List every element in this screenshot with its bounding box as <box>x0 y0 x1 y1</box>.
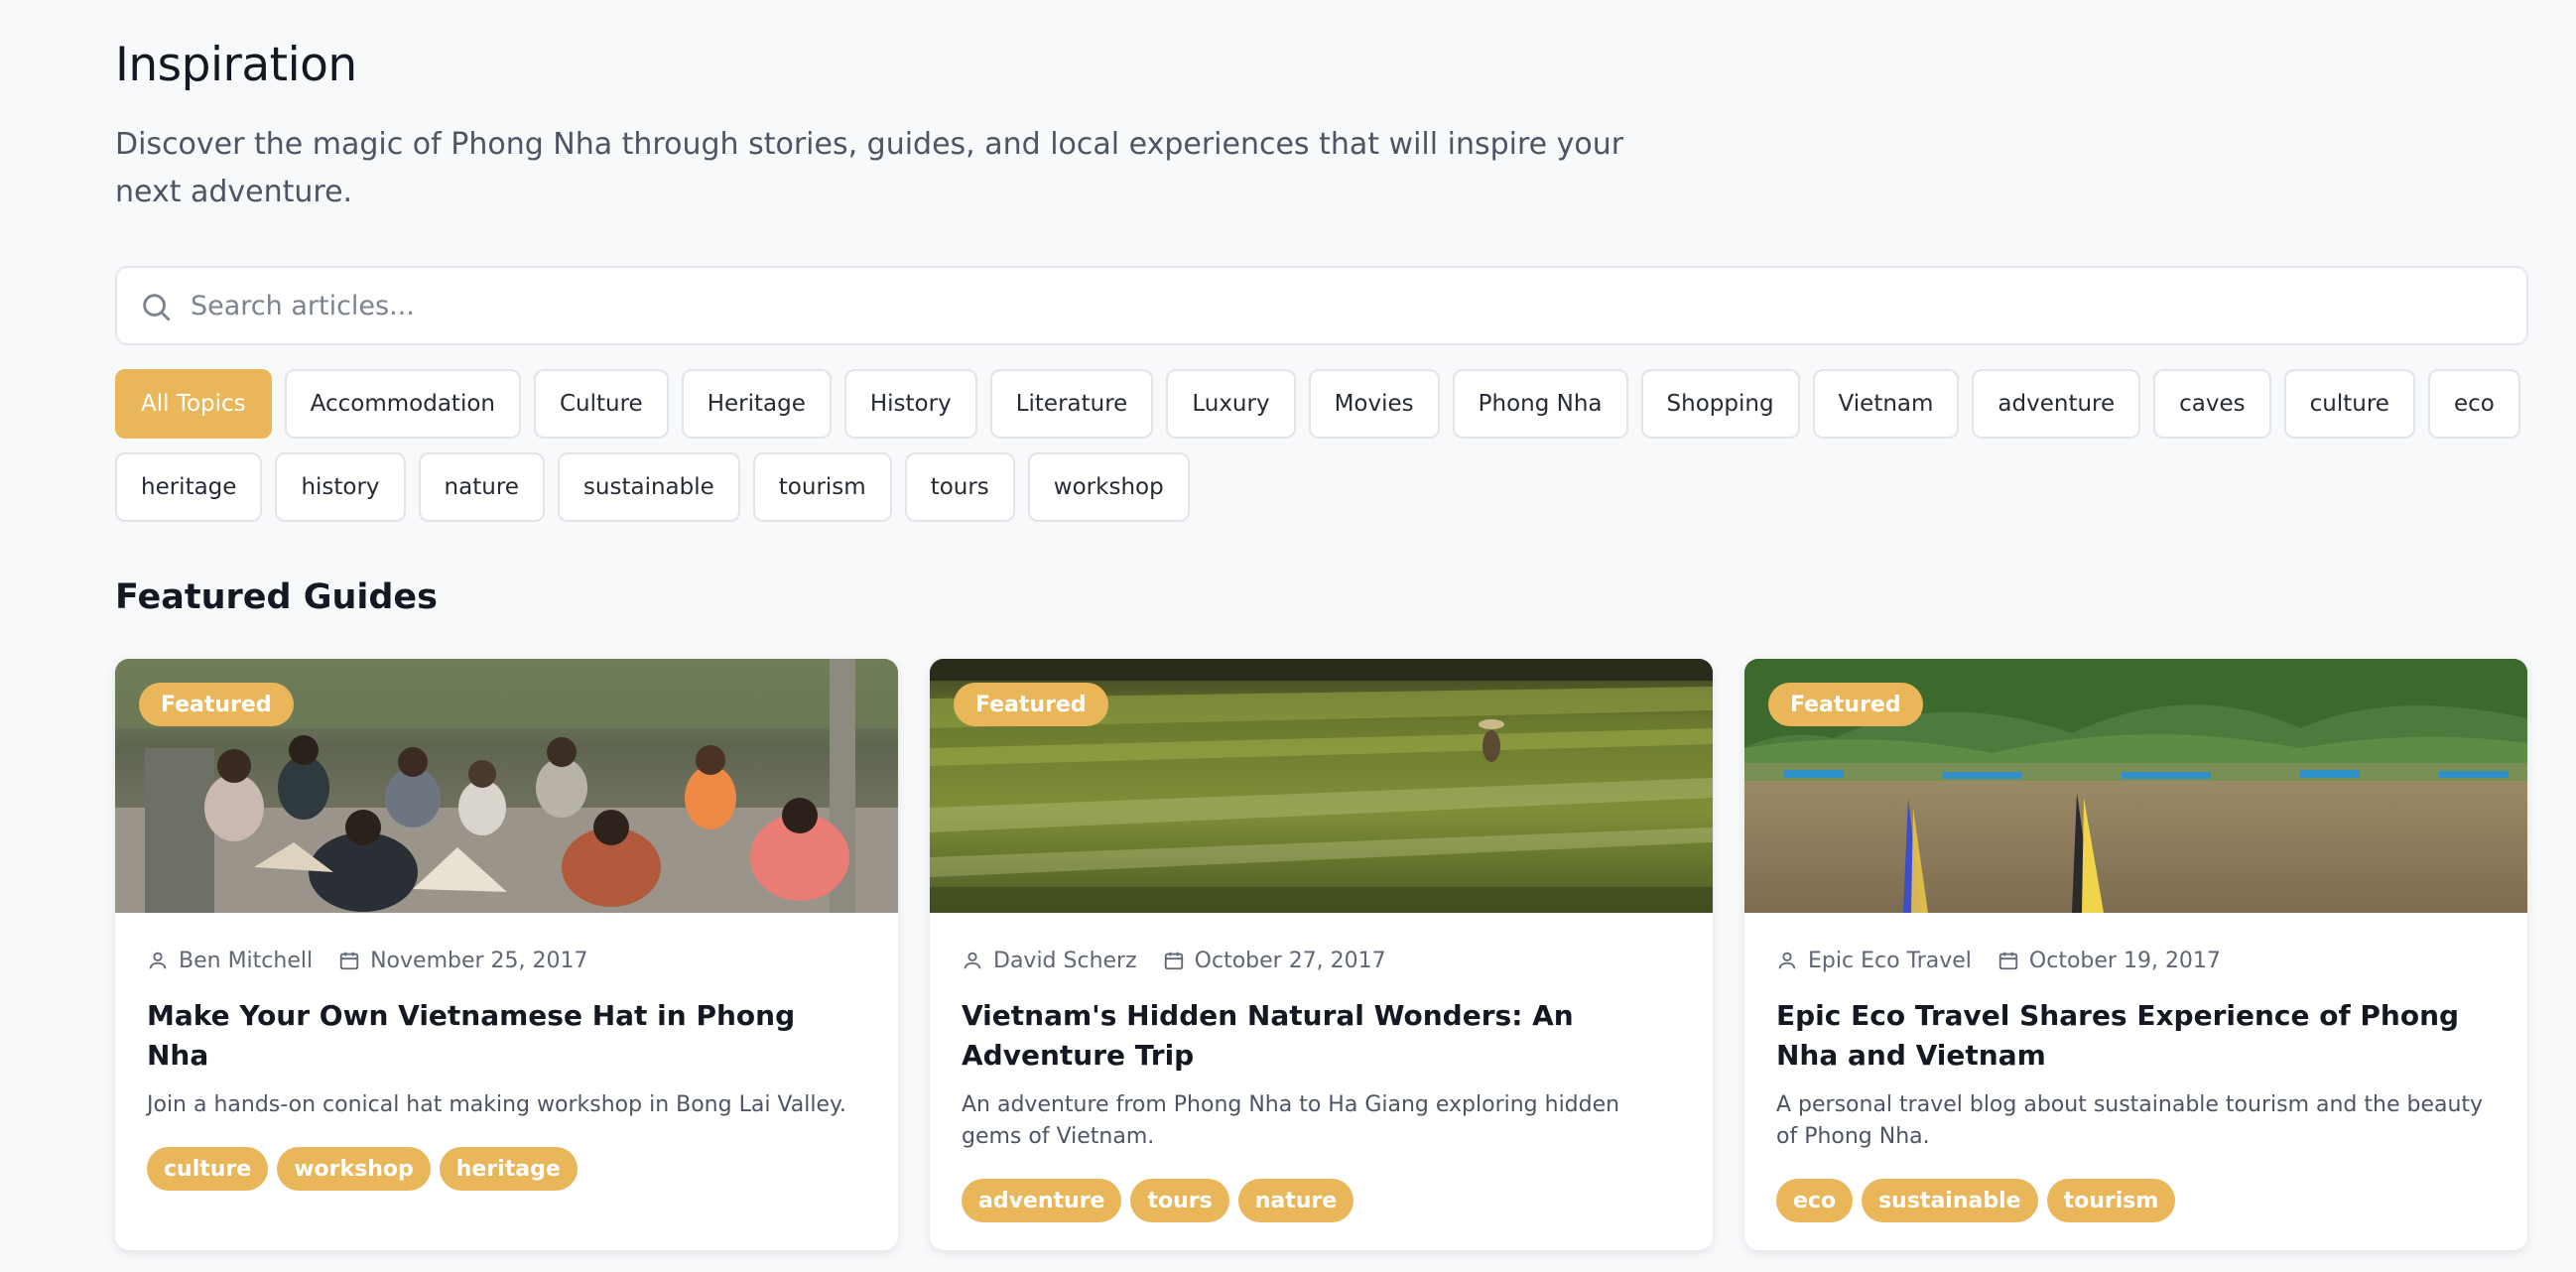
card-date: October 19, 2017 <box>2028 948 2221 973</box>
page-subtitle: Discover the magic of Phong Nha through … <box>115 127 1624 209</box>
topic-chip[interactable]: nature <box>418 452 545 522</box>
topic-chip[interactable]: workshop <box>1027 452 1190 522</box>
search-input[interactable] <box>191 268 2473 343</box>
topic-chip[interactable]: heritage <box>115 452 263 522</box>
topic-chip[interactable]: History <box>843 369 977 439</box>
user-icon <box>964 952 981 969</box>
calendar-icon <box>1998 952 2018 970</box>
card-meta: Epic Eco Travel October 19, 2017 <box>1776 947 2496 974</box>
card-tag[interactable]: culture <box>147 1147 269 1191</box>
card-author: Ben Mitchell <box>179 948 314 973</box>
card-tags: culture workshop heritage <box>147 1147 866 1191</box>
featured-badge: Featured <box>1768 683 1923 726</box>
card-image-rice-field[interactable]: Featured <box>930 659 1713 913</box>
card-tag[interactable]: adventure <box>962 1179 1122 1222</box>
topic-chip[interactable]: history <box>275 452 406 522</box>
topic-chip[interactable]: caves <box>2153 369 2271 439</box>
guide-card[interactable]: Featured Ben Mitchell November 25, 2017 … <box>115 659 898 1250</box>
calendar-icon <box>339 952 359 970</box>
topic-chip[interactable]: eco <box>2427 369 2520 439</box>
card-tags: adventure tours nature <box>962 1179 1681 1222</box>
topic-chip[interactable]: Luxury <box>1166 369 1296 439</box>
card-title[interactable]: Make Your Own Vietnamese Hat in Phong Nh… <box>147 996 866 1076</box>
guide-card[interactable]: Featured David Scherz October 27, 2017 V… <box>930 659 1713 1250</box>
card-tag[interactable]: workshop <box>277 1147 431 1191</box>
card-date: October 27, 2017 <box>1194 948 1386 973</box>
search-bar[interactable] <box>115 266 2528 345</box>
card-title[interactable]: Vietnam's Hidden Natural Wonders: An Adv… <box>962 996 1681 1076</box>
card-tag[interactable]: tours <box>1130 1179 1229 1222</box>
featured-badge: Featured <box>954 683 1108 726</box>
card-tag[interactable]: sustainable <box>1862 1179 2038 1222</box>
topic-chip[interactable]: Literature <box>989 369 1154 439</box>
card-tag[interactable]: heritage <box>439 1147 578 1191</box>
topic-chip[interactable]: Vietnam <box>1812 369 1960 439</box>
card-description: An adventure from Phong Nha to Ha Giang … <box>962 1092 1620 1149</box>
guide-card[interactable]: Featured Epic Eco Travel October 19, 201… <box>1744 659 2527 1250</box>
topic-filter-list: All Topics Accommodation Culture Heritage Hi… <box>115 369 2528 522</box>
card-title[interactable]: Epic Eco Travel Shares Experience of Pho… <box>1776 996 2496 1076</box>
user-icon <box>1778 952 1796 969</box>
topic-chip[interactable]: Accommodation <box>284 369 521 439</box>
card-description: Join a hands-on conical hat making works… <box>147 1092 846 1117</box>
topic-chip[interactable]: Culture <box>533 369 669 439</box>
card-tag[interactable]: nature <box>1237 1179 1354 1222</box>
card-meta: Ben Mitchell November 25, 2017 <box>147 947 866 974</box>
card-image-river[interactable]: Featured <box>1744 659 2527 913</box>
search-icon <box>143 294 171 321</box>
card-tag[interactable]: eco <box>1776 1179 1854 1222</box>
featured-badge: Featured <box>139 683 294 726</box>
page-title: Inspiration <box>115 38 357 92</box>
card-meta: David Scherz October 27, 2017 <box>962 947 1681 974</box>
card-author: David Scherz <box>993 948 1137 973</box>
card-image-hat-workshop[interactable]: Featured <box>115 659 898 913</box>
section-title-featured: Featured Guides <box>115 577 438 617</box>
calendar-icon <box>1164 952 1183 970</box>
card-date: November 25, 2017 <box>370 948 588 973</box>
topic-chip[interactable]: All Topics <box>115 369 272 439</box>
featured-cards: Featured Ben Mitchell November 25, 2017 … <box>115 659 2528 1250</box>
user-icon <box>149 952 167 969</box>
topic-chip[interactable]: culture <box>2283 369 2415 439</box>
card-tag[interactable]: tourism <box>2046 1179 2176 1222</box>
topic-chip[interactable]: sustainable <box>557 452 740 522</box>
topic-chip[interactable]: Phong Nha <box>1452 369 1628 439</box>
topic-chip[interactable]: Movies <box>1308 369 1440 439</box>
topic-chip[interactable]: tours <box>904 452 1015 522</box>
topic-chip[interactable]: tourism <box>752 452 892 522</box>
topic-chip[interactable]: Heritage <box>681 369 832 439</box>
topic-chip[interactable]: adventure <box>1972 369 2141 439</box>
card-author: Epic Eco Travel <box>1808 948 1972 973</box>
card-description: A personal travel blog about sustainable… <box>1776 1092 2484 1149</box>
topic-chip[interactable]: Shopping <box>1640 369 1800 439</box>
card-tags: eco sustainable tourism <box>1776 1179 2496 1222</box>
